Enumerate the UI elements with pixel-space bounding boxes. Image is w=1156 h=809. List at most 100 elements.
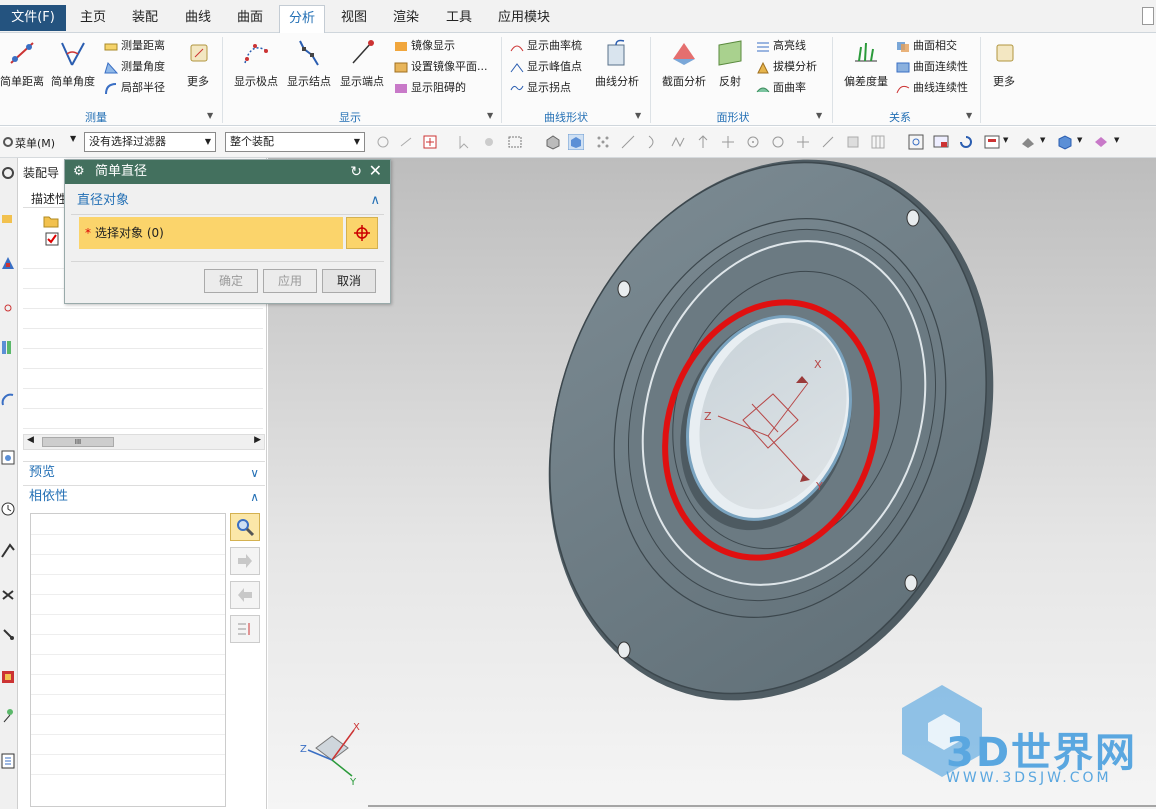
quadrant-icon[interactable] [770, 134, 786, 150]
visibility-icon[interactable] [1093, 134, 1109, 150]
relation-group-expand-icon[interactable]: ▼ [966, 111, 972, 120]
dialog-gear-icon[interactable]: ⚙ [73, 160, 85, 184]
point-icon[interactable] [398, 134, 414, 150]
tab-home[interactable]: 主页 [70, 5, 116, 31]
select-box-icon[interactable] [422, 134, 438, 150]
section-analysis-button[interactable]: 截面分析 [660, 37, 708, 89]
checkbox-checked-icon[interactable] [45, 232, 59, 246]
rect-select-icon[interactable] [507, 134, 523, 150]
snap-icon[interactable] [375, 134, 391, 150]
hand-icon[interactable] [481, 134, 497, 150]
next-dependency-button[interactable] [230, 547, 260, 575]
tab-surface[interactable]: 曲面 [227, 5, 273, 31]
face-icon[interactable] [845, 134, 861, 150]
diameter-object-group[interactable]: 直径对象 ∧ [71, 190, 384, 216]
grid-icon[interactable] [870, 134, 886, 150]
reflection-button[interactable]: 反射 [714, 37, 746, 89]
simple-angle-button[interactable]: 简单角度 [48, 37, 98, 89]
tab-tools[interactable]: 工具 [436, 5, 482, 31]
more-button[interactable]: 更多 [986, 37, 1022, 89]
horizontal-scrollbar[interactable]: ◀ III ▶ [23, 434, 265, 450]
draft-analysis-button[interactable]: 拔模分析 [756, 59, 817, 75]
arrow-icon[interactable] [695, 134, 711, 150]
shaded-cube-icon[interactable] [1057, 134, 1073, 150]
find-dependency-button[interactable] [230, 513, 260, 541]
deviation-gauge-button[interactable]: 偏差度量 [840, 37, 892, 89]
shaded-dropdown-icon[interactable]: ▼ [1077, 136, 1082, 144]
mirror-display-button[interactable]: 镜像显示 [394, 38, 455, 54]
select-object-field[interactable]: * 选择对象 (0) [79, 217, 343, 249]
list-icon[interactable] [0, 752, 16, 770]
part-navigator-icon[interactable] [0, 296, 16, 314]
plus-icon[interactable] [795, 134, 811, 150]
tab-render[interactable]: 渲染 [383, 5, 429, 31]
scroll-left-icon[interactable]: ◀ [27, 435, 34, 445]
curve-continuity-button[interactable]: 曲线连续性 [896, 80, 968, 96]
chevron-up-icon[interactable]: ∧ [370, 190, 380, 212]
web-browser-icon[interactable] [0, 390, 16, 408]
chevron-up-icon[interactable]: ∧ [250, 486, 259, 508]
zoom-fit-icon[interactable] [908, 134, 924, 150]
process-studio-icon[interactable] [0, 586, 16, 604]
intersect-icon[interactable] [720, 134, 736, 150]
clock-icon[interactable] [0, 500, 16, 518]
file-menu[interactable]: 文件(F) [0, 5, 66, 31]
face-shape-group-expand-icon[interactable]: ▼ [816, 111, 822, 120]
dots-icon[interactable] [595, 134, 611, 150]
dependencies-section[interactable]: 相依性 ∧ [23, 485, 265, 507]
show-knots-button[interactable]: 显示结点 [283, 37, 335, 89]
highlight-lines-button[interactable]: 高亮线 [756, 38, 806, 54]
local-radius-button[interactable]: 局部半径 [104, 80, 165, 96]
ok-button[interactable]: 确定 [204, 269, 258, 293]
history-icon[interactable] [0, 448, 16, 466]
show-poles-button[interactable]: 显示极点 [230, 37, 282, 89]
tab-analysis[interactable]: 分析 [279, 5, 325, 33]
system-materials-icon[interactable] [0, 542, 16, 560]
measure-distance-button[interactable]: 测量距离 [104, 38, 165, 54]
close-icon[interactable]: ✕ [369, 159, 382, 183]
reuse-library-icon[interactable] [0, 338, 16, 356]
previous-dependency-button[interactable] [230, 581, 260, 609]
render-style-dropdown-icon[interactable]: ▼ [1040, 136, 1045, 144]
graphics-viewport[interactable]: X Z Y X Z Y [268, 158, 1156, 809]
assembly-navigator-icon[interactable] [0, 210, 16, 228]
solid-icon[interactable] [545, 134, 561, 150]
face-intersect-button[interactable]: 曲面相交 [896, 38, 957, 54]
constraint-navigator-icon[interactable] [0, 254, 16, 272]
display-group-expand-icon[interactable]: ▼ [487, 111, 493, 120]
view-window-icon[interactable] [933, 134, 949, 150]
tab-assembly[interactable]: 装配 [122, 5, 168, 31]
tab-view[interactable]: 视图 [331, 5, 377, 31]
cancel-button[interactable]: 取消 [322, 269, 376, 293]
select-object-button[interactable] [346, 217, 378, 249]
rotate-icon[interactable] [958, 134, 974, 150]
center-icon[interactable] [745, 134, 761, 150]
show-endpoints-button[interactable]: 显示端点 [336, 37, 388, 89]
flange-part[interactable] [475, 158, 1067, 763]
menu-button[interactable]: 菜单(M) [15, 135, 55, 151]
cursor-icon[interactable] [456, 134, 472, 150]
dialog-title-bar[interactable]: ⚙ 简单直径 ↻ ✕ [65, 160, 390, 184]
visibility-dropdown-icon[interactable]: ▼ [1114, 136, 1119, 144]
scope-dropdown[interactable]: 整个装配 ▼ [225, 132, 365, 152]
simple-distance-button[interactable]: 简单距离 [0, 37, 44, 89]
view-orient-dropdown-icon[interactable]: ▼ [1003, 136, 1008, 144]
preview-section[interactable]: 预览 ∨ [23, 461, 265, 483]
tab-curve[interactable]: 曲线 [175, 5, 221, 31]
show-peak-button[interactable]: 显示峰值点 [510, 59, 582, 75]
curve-icon[interactable] [645, 134, 661, 150]
line-icon[interactable] [620, 134, 636, 150]
view-triad[interactable] [307, 729, 355, 777]
measure-group-expand-icon[interactable]: ▼ [207, 111, 213, 120]
measure-angle-button[interactable]: 测量角度 [104, 59, 165, 75]
apply-button[interactable]: 应用 [263, 269, 317, 293]
show-curvature-comb-button[interactable]: 显示曲率梳 [510, 38, 582, 54]
role-icon[interactable] [0, 668, 16, 686]
view-orient-icon[interactable] [984, 134, 1000, 150]
chevron-down-icon[interactable]: ∨ [250, 462, 259, 484]
spline-icon[interactable] [670, 134, 686, 150]
manufacturing-wizard-icon[interactable] [0, 626, 16, 644]
render-style-icon[interactable] [1020, 134, 1036, 150]
face-curvature-button[interactable]: 面曲率 [756, 80, 806, 96]
body-select-icon[interactable] [568, 134, 584, 150]
